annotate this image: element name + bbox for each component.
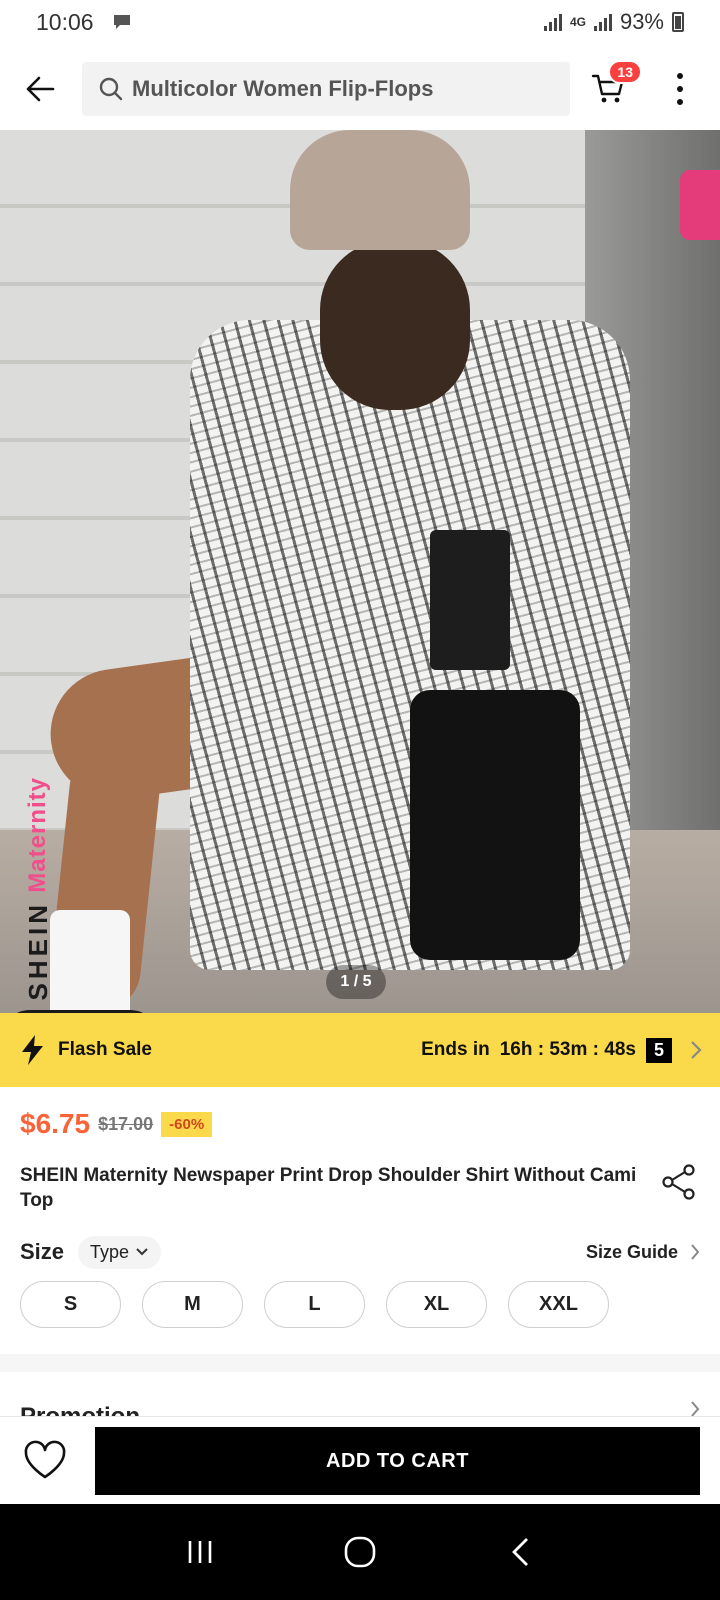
size-type-label: Type xyxy=(90,1241,130,1262)
discount-badge: -60% xyxy=(161,1111,213,1137)
product-title: SHEIN Maternity Newspaper Print Drop Sho… xyxy=(20,1165,637,1211)
search-text: Multicolor Women Flip-Flops xyxy=(132,76,434,101)
flash-sale-label: Flash Sale xyxy=(58,1039,152,1060)
chevron-right-icon xyxy=(691,1041,702,1059)
lightning-icon xyxy=(22,1035,43,1065)
back-button[interactable] xyxy=(0,56,80,122)
arrow-left-icon xyxy=(26,76,55,102)
brand-watermark: SHEIN Maternity xyxy=(18,730,58,1000)
photo-sock xyxy=(50,910,130,1013)
heart-icon xyxy=(24,1440,66,1479)
wishlist-button[interactable] xyxy=(22,1439,68,1483)
more-dot-icon xyxy=(677,73,683,79)
cart-button[interactable]: 13 xyxy=(584,60,642,116)
size-option-s[interactable]: S xyxy=(20,1281,121,1328)
product-image-gallery[interactable]: SHEIN Maternity 1 / 5 xyxy=(0,130,720,1013)
photo-shorts xyxy=(410,690,580,960)
signal-icon xyxy=(543,13,562,31)
countdown-timer: 16h : 53m : 48s xyxy=(499,1039,636,1060)
share-icon xyxy=(662,1164,695,1200)
share-button[interactable] xyxy=(660,1163,700,1203)
search-bar[interactable]: Multicolor Women Flip-Flops xyxy=(82,62,570,116)
photo-cap xyxy=(290,130,470,250)
battery-percent: 93% xyxy=(619,9,664,34)
size-guide-link[interactable]: Size Guide xyxy=(586,1242,700,1263)
watermark-sub: Maternity xyxy=(24,776,51,893)
sale-price: $6.75 xyxy=(20,1108,91,1139)
photo-hair xyxy=(320,240,470,410)
watermark-brand: SHEIN xyxy=(22,900,53,1000)
size-label: Size xyxy=(20,1239,65,1264)
more-dot-icon xyxy=(677,99,683,105)
more-dot-icon xyxy=(677,86,683,92)
bottom-action-bar: ADD TO CART xyxy=(0,1416,720,1504)
photo-pink-object xyxy=(680,170,720,240)
size-type-dropdown[interactable]: Type xyxy=(78,1235,162,1269)
size-guide-label: Size Guide xyxy=(585,1241,678,1262)
flash-count-badge: 5 xyxy=(645,1037,672,1063)
chat-bubble-icon xyxy=(113,15,130,29)
system-navigation-bar xyxy=(0,1504,720,1600)
price-row: $6.75 $17.00 -60% xyxy=(20,1108,213,1140)
size-options: S M L XL XXL xyxy=(20,1281,609,1328)
size-option-m[interactable]: M xyxy=(142,1281,243,1328)
size-option-xl[interactable]: XL xyxy=(386,1281,487,1328)
home-button[interactable] xyxy=(330,1522,390,1582)
signal-icon-2 xyxy=(593,13,612,31)
home-icon xyxy=(344,1536,376,1568)
top-nav: Multicolor Women Flip-Flops 13 xyxy=(0,56,720,122)
size-option-xxl[interactable]: XXL xyxy=(508,1281,609,1328)
network-type: 4G xyxy=(569,15,586,29)
more-options-button[interactable] xyxy=(656,62,704,116)
search-icon xyxy=(99,77,123,101)
chevron-down-icon xyxy=(136,1248,148,1256)
status-bar: 10:06 4G 93% xyxy=(0,0,720,44)
chevron-right-icon xyxy=(691,1244,700,1260)
battery-icon xyxy=(672,12,684,32)
add-to-cart-button[interactable]: ADD TO CART xyxy=(95,1427,700,1495)
recent-apps-button[interactable] xyxy=(170,1522,230,1582)
system-back-button[interactable] xyxy=(490,1522,550,1582)
section-divider xyxy=(0,1354,720,1372)
flash-sale-countdown: Ends in 16h : 53m : 48s 5 xyxy=(421,1037,672,1063)
image-pager: 1 / 5 xyxy=(326,965,386,999)
size-row: Size Type Size Guide xyxy=(20,1234,700,1270)
photo-cami-top xyxy=(430,530,510,670)
cart-count-badge: 13 xyxy=(608,60,642,84)
recent-apps-icon xyxy=(188,1541,212,1563)
status-time: 10:06 xyxy=(36,8,94,35)
original-price: $17.00 xyxy=(98,1113,154,1134)
size-option-l[interactable]: L xyxy=(264,1281,365,1328)
ends-in-label: Ends in xyxy=(421,1039,490,1060)
chevron-left-icon xyxy=(512,1538,528,1566)
flash-sale-banner[interactable]: Flash Sale Ends in 16h : 53m : 48s 5 xyxy=(0,1013,720,1087)
